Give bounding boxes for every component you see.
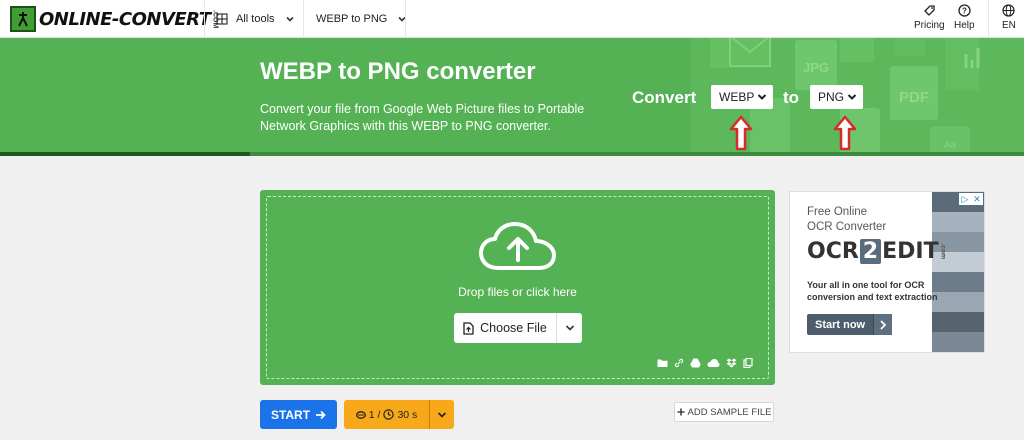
choose-file-main[interactable]: Choose File xyxy=(454,313,557,343)
chevron-down-icon xyxy=(437,411,447,418)
page-description: Convert your file from Google Web Pictur… xyxy=(260,102,585,133)
chevron-down-icon xyxy=(565,325,574,331)
current-tool-label: WEBP to PNG xyxy=(316,13,388,25)
svg-text:Aa: Aa xyxy=(944,140,957,151)
tag-icon xyxy=(923,5,935,16)
help-icon: ? xyxy=(958,4,971,17)
ad-brand-logo: OCR 2 EDIT .com xyxy=(807,239,947,264)
all-tools-label: All tools xyxy=(236,13,275,25)
help-link[interactable]: ? Help xyxy=(954,4,975,31)
conversion-limits-info[interactable]: 1 / 30 s xyxy=(344,400,430,429)
up-arrow-icon xyxy=(833,115,857,151)
to-label: to xyxy=(783,88,800,107)
upload-source-icons xyxy=(657,358,753,368)
top-navigation: ONLINE-CONVERT .COM All tools WEBP to PN… xyxy=(0,0,1024,38)
file-count: 1 xyxy=(368,408,375,421)
target-format-select[interactable]: PNG xyxy=(810,85,864,109)
onedrive-icon[interactable] xyxy=(707,358,720,368)
chevron-down-icon xyxy=(758,94,767,100)
chevron-down-icon xyxy=(285,16,294,22)
source-format-select[interactable]: WEBP xyxy=(711,85,774,109)
dropbox-icon[interactable] xyxy=(726,358,737,368)
time-limit: 30 s xyxy=(397,408,418,421)
ad-description-1: Your all in one tool for OCR xyxy=(807,280,925,290)
grid-icon xyxy=(216,13,228,25)
banner-underline-accent xyxy=(0,152,250,156)
plus-icon xyxy=(677,408,685,416)
close-icon[interactable]: ✕ xyxy=(971,193,983,205)
google-drive-icon[interactable] xyxy=(690,358,701,368)
svg-text:PDF: PDF xyxy=(899,89,929,106)
clipboard-icon[interactable] xyxy=(743,358,753,368)
arrow-right-icon xyxy=(316,410,326,419)
ad-start-now-button[interactable]: Start now xyxy=(807,314,893,335)
ad-description-2: conversion and text extraction xyxy=(807,292,938,302)
logo-text: ONLINE-CONVERT xyxy=(39,8,211,30)
coin-icon xyxy=(355,410,366,419)
file-upload-icon xyxy=(463,321,474,335)
ad-headline-2: OCR Converter xyxy=(807,221,887,233)
up-arrow-icon xyxy=(729,115,753,151)
chevron-right-icon xyxy=(873,314,893,335)
page-title: WEBP to PNG converter xyxy=(260,58,536,85)
language-label: EN xyxy=(1002,20,1016,31)
choose-file-dropdown[interactable] xyxy=(557,313,582,343)
add-sample-label: ADD SAMPLE FILE xyxy=(687,406,772,418)
ad-headline-1: Free Online xyxy=(807,206,868,218)
target-format-value: PNG xyxy=(818,90,845,104)
ad-decoration xyxy=(932,192,984,352)
globe-icon xyxy=(1002,4,1016,17)
advertisement[interactable]: ▷ ✕ Free Online OCR Converter OCR 2 EDIT… xyxy=(789,191,985,353)
folder-icon[interactable] xyxy=(657,358,668,368)
choose-file-label: Choose File xyxy=(480,321,547,335)
convert-label: Convert xyxy=(632,88,697,107)
nav-divider xyxy=(405,0,406,38)
current-tool-menu[interactable]: WEBP to PNG xyxy=(316,0,407,38)
site-logo[interactable]: ONLINE-CONVERT .COM xyxy=(10,6,219,32)
add-sample-file-button[interactable]: ADD SAMPLE FILE xyxy=(674,402,774,422)
help-label: Help xyxy=(954,20,975,31)
source-format-value: WEBP xyxy=(719,90,755,104)
link-icon[interactable] xyxy=(674,358,684,368)
svg-text:?: ? xyxy=(962,6,967,15)
ad-cta-label: Start now xyxy=(815,318,866,331)
limits-dropdown[interactable] xyxy=(430,410,454,420)
clock-icon xyxy=(383,409,395,420)
pricing-label: Pricing xyxy=(914,20,945,31)
all-tools-menu[interactable]: All tools xyxy=(216,0,295,38)
limits-separator: / xyxy=(377,408,381,421)
ad-brand-left: OCR xyxy=(807,239,859,264)
start-label: START xyxy=(270,407,311,422)
pricing-link[interactable]: Pricing xyxy=(914,4,945,31)
ad-brand-right: EDIT xyxy=(882,239,939,264)
ad-info-icon[interactable]: ▷ xyxy=(959,193,971,205)
start-button[interactable]: START xyxy=(260,400,337,429)
drop-instructions: Drop files or click here xyxy=(458,285,577,299)
file-drop-zone[interactable]: Drop files or click here Choose File xyxy=(260,190,775,385)
language-selector[interactable]: EN xyxy=(1002,4,1016,31)
cloud-upload-icon xyxy=(479,222,556,270)
ad-brand-mid: 2 xyxy=(859,239,882,264)
chevron-down-icon xyxy=(847,94,857,100)
svg-text:JPG: JPG xyxy=(803,60,829,75)
ad-controls: ▷ ✕ xyxy=(959,193,983,205)
choose-file-button[interactable]: Choose File xyxy=(454,313,582,343)
nav-divider xyxy=(204,0,205,38)
conversion-limits-button[interactable]: 1 / 30 s xyxy=(344,400,454,429)
ad-brand-suffix: .com xyxy=(939,243,947,260)
hero-banner: JPG PDF Aa WEBP to PNG converter Convert… xyxy=(0,38,1024,156)
nav-divider xyxy=(303,0,304,38)
logo-mark-icon xyxy=(10,6,36,32)
nav-divider xyxy=(988,0,989,38)
